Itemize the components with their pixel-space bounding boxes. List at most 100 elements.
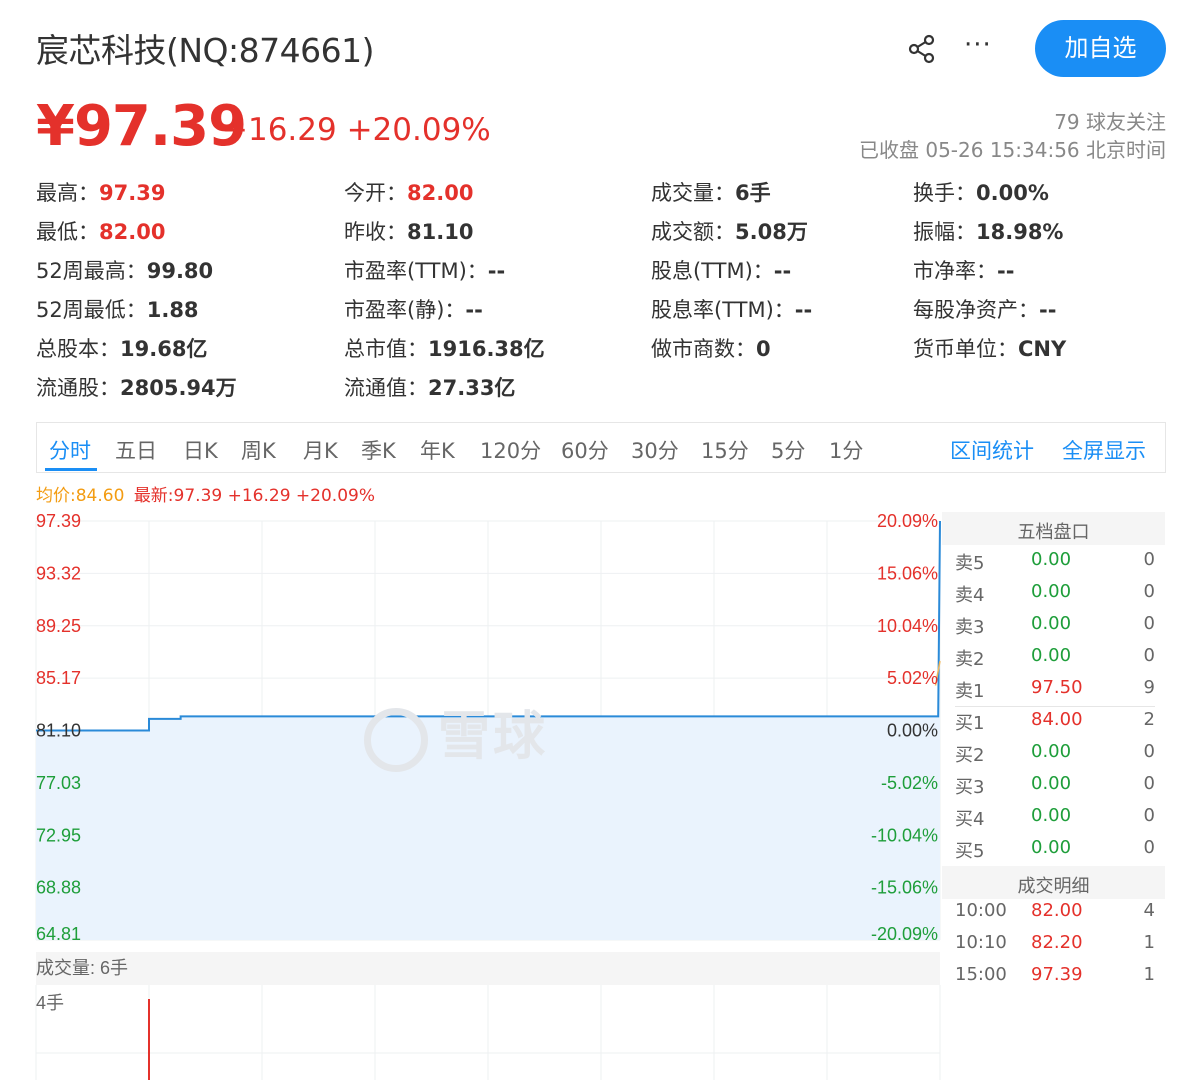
- followers-count[interactable]: 79 球友关注: [1054, 106, 1166, 135]
- tab-2[interactable]: 五日: [115, 435, 157, 465]
- range-stats-link[interactable]: 区间统计: [950, 435, 1034, 465]
- xueqiu-watermark: 雪球: [364, 694, 548, 772]
- stat-value: 97.39: [99, 181, 166, 205]
- orderbook-row: 买5 0.00 0: [955, 837, 1155, 867]
- volume-bar: [148, 999, 150, 1080]
- stat-value: --: [1039, 298, 1057, 322]
- orderbook-row: 买2 0.00 0: [955, 741, 1155, 771]
- orderbook-row: 买4 0.00 0: [955, 805, 1155, 835]
- volume-axis-label: 4手: [36, 993, 64, 1013]
- orderbook-title: 五档盘口: [1017, 522, 1090, 543]
- stat-label: 做市商数：: [651, 337, 756, 361]
- trade-volume: 4: [1143, 900, 1155, 921]
- order-price: 0.00: [1031, 645, 1072, 666]
- trade-price: 97.39: [1031, 964, 1083, 985]
- stat-label: 振幅：: [913, 220, 976, 244]
- order-volume: 0: [1143, 613, 1155, 634]
- order-price: 0.00: [1031, 613, 1072, 634]
- add-watchlist-button[interactable]: 加自选: [1035, 20, 1166, 77]
- order-price: 97.50: [1031, 677, 1083, 698]
- y-axis-pct-label: 20.09%: [877, 511, 938, 531]
- stat-label: 今开：: [344, 181, 407, 205]
- tab-4[interactable]: 周K: [241, 435, 276, 465]
- y-axis-label: 81.10: [36, 721, 81, 741]
- orderbook-row: 卖2 0.00 0: [955, 645, 1155, 675]
- y-axis-label: 77.03: [36, 773, 81, 793]
- fullscreen-link[interactable]: 全屏显示: [1062, 435, 1146, 465]
- trade-time: 15:00: [955, 964, 1007, 985]
- order-level: 买3: [955, 777, 985, 798]
- stat-label: 换手：: [913, 181, 976, 205]
- order-price: 84.00: [1031, 709, 1083, 730]
- stat-label: 最低：: [36, 220, 99, 244]
- tab-13[interactable]: 1分: [829, 435, 863, 465]
- avg-price: 均价:84.60: [36, 486, 125, 506]
- orderbook-row: 卖3 0.00 0: [955, 613, 1155, 643]
- stat-label: 市盈率(静)：: [344, 298, 466, 322]
- y-axis-label: 72.95: [36, 825, 81, 845]
- order-price: 0.00: [1031, 805, 1072, 826]
- orderbook-row: 卖1 97.50 9: [955, 677, 1155, 707]
- tab-3[interactable]: 日K: [183, 435, 218, 465]
- order-volume: 0: [1143, 805, 1155, 826]
- tab-10[interactable]: 30分: [631, 435, 679, 465]
- stat-item: 52周最高：99.80: [36, 255, 213, 285]
- volume-label: 成交量: 6手: [36, 958, 128, 978]
- stat-value: --: [794, 298, 813, 322]
- stat-value: 1.88: [146, 298, 199, 322]
- trades-title: 成交明细: [1017, 876, 1090, 897]
- tab-6[interactable]: 季K: [361, 435, 396, 465]
- stat-value: --: [465, 298, 483, 322]
- stat-label: 市盈率(TTM)：: [344, 259, 488, 283]
- stat-value: --: [487, 259, 506, 283]
- stat-label: 货币单位：: [913, 337, 1018, 361]
- stat-item: 每股净资产：--: [913, 294, 1056, 324]
- current-price: ¥97.39: [36, 94, 247, 159]
- stat-item: 流通股：2805.94万: [36, 372, 237, 402]
- stat-item: 股息率(TTM)：--: [651, 294, 812, 324]
- stat-label: 成交量：: [651, 181, 735, 205]
- trade-time: 10:00: [955, 900, 1007, 921]
- stat-label: 成交额：: [651, 220, 735, 244]
- stat-value: CNY: [1018, 337, 1067, 361]
- tab-5[interactable]: 月K: [303, 435, 338, 465]
- order-volume: 2: [1143, 709, 1155, 730]
- orderbook-row: 买1 84.00 2: [955, 709, 1155, 739]
- y-axis-pct-label: -15.06%: [871, 878, 938, 898]
- trade-price: 82.00: [1031, 900, 1083, 921]
- stat-value: 81.10: [407, 220, 474, 244]
- tab-11[interactable]: 15分: [701, 435, 749, 465]
- stat-item: 市盈率(静)：--: [344, 294, 483, 324]
- order-price: 0.00: [1031, 773, 1072, 794]
- order-level: 卖1: [955, 681, 985, 702]
- y-axis-pct-label: 10.04%: [877, 616, 938, 636]
- share-icon[interactable]: [905, 32, 939, 66]
- order-volume: 0: [1143, 773, 1155, 794]
- tab-1[interactable]: 分时: [49, 435, 91, 465]
- y-axis-pct-label: -20.09%: [871, 924, 938, 944]
- stat-item: 52周最低：1.88: [36, 294, 199, 324]
- trade-row: 10:10 82.20 1: [955, 932, 1155, 962]
- stat-value: 82.00: [99, 220, 166, 244]
- y-axis-pct-label: -5.02%: [881, 773, 938, 793]
- stat-item: 市净率：--: [913, 255, 1014, 285]
- order-volume: 0: [1143, 741, 1155, 762]
- more-icon[interactable]: ···: [964, 30, 992, 60]
- order-level: 卖3: [955, 617, 985, 638]
- trade-volume: 1: [1143, 932, 1155, 953]
- stat-item: 市盈率(TTM)：--: [344, 255, 505, 285]
- tab-7[interactable]: 年K: [420, 435, 455, 465]
- orderbook-row: 买3 0.00 0: [955, 773, 1155, 803]
- stat-label: 市净率：: [913, 259, 997, 283]
- stat-item: 成交量：6手: [651, 177, 771, 207]
- stat-value: 0: [756, 337, 771, 361]
- stat-value: 19.68亿: [120, 337, 208, 361]
- tab-12[interactable]: 5分: [771, 435, 805, 465]
- stat-value: 1916.38亿: [428, 337, 545, 361]
- tab-9[interactable]: 60分: [561, 435, 609, 465]
- order-volume: 0: [1143, 837, 1155, 858]
- trade-row: 15:00 97.39 1: [955, 964, 1155, 994]
- latest-price: 最新:97.39 +16.29 +20.09%: [133, 486, 375, 506]
- order-price: 0.00: [1031, 549, 1072, 570]
- tab-8[interactable]: 120分: [480, 435, 541, 465]
